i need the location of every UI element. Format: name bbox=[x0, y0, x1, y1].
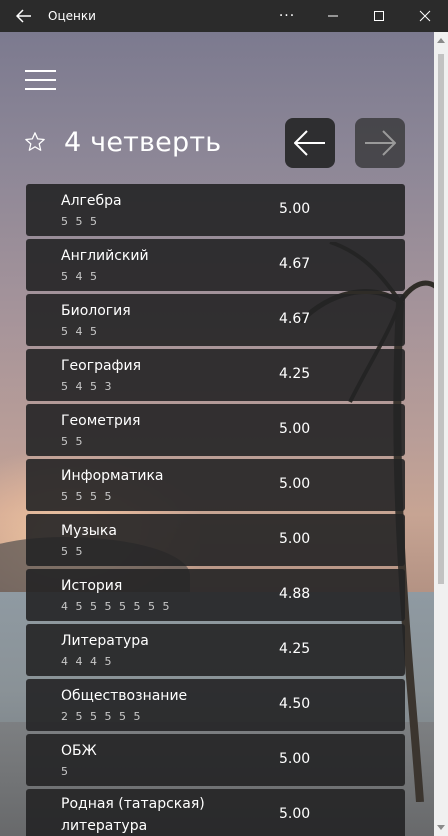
subject-grades: 4 5 5 5 5 5 5 5 bbox=[61, 600, 172, 613]
subject-average: 5.00 bbox=[279, 806, 311, 822]
more-options-button[interactable]: ··· bbox=[264, 0, 310, 32]
subject-grades: 5 4 5 bbox=[61, 270, 99, 283]
subject-name: Алгебра bbox=[61, 193, 122, 209]
subject-average: 5.00 bbox=[279, 476, 311, 492]
app-content: 4 четверть Алгебра 5 5 5 5.00 Английский… bbox=[0, 32, 448, 836]
hamburger-menu-button[interactable] bbox=[25, 70, 56, 90]
subject-row[interactable]: Информатика 5 5 5 5 5.00 bbox=[26, 459, 405, 511]
subject-row[interactable]: Биология 5 4 5 4.67 bbox=[26, 294, 405, 346]
subjects-list: Алгебра 5 5 5 5.00 Английский 5 4 5 4.67… bbox=[26, 184, 405, 836]
subject-grades: 5 5 5 bbox=[61, 215, 99, 228]
next-period-button[interactable] bbox=[355, 118, 405, 168]
subject-name: Информатика bbox=[61, 468, 164, 484]
subject-row[interactable]: Обществознание 2 5 5 5 5 5 4.50 bbox=[26, 679, 405, 731]
title-bar: Оценки ··· bbox=[0, 0, 448, 32]
subject-average: 4.67 bbox=[279, 311, 311, 327]
subject-row[interactable]: История 4 5 5 5 5 5 5 5 4.88 bbox=[26, 569, 405, 621]
period-title: 4 четверть bbox=[64, 126, 222, 158]
subject-name: Обществознание bbox=[61, 688, 188, 704]
scrollbar-thumb[interactable] bbox=[438, 54, 444, 584]
subject-grades: 5 5 bbox=[61, 435, 85, 448]
subject-name: История bbox=[61, 578, 123, 594]
subject-name: Родная (татарская) литература bbox=[61, 796, 205, 834]
subject-row[interactable]: Родная (татарская) литература 5.00 bbox=[26, 789, 405, 836]
subject-grades: 5 4 5 bbox=[61, 325, 99, 338]
hamburger-line bbox=[25, 70, 56, 72]
close-button[interactable] bbox=[402, 0, 448, 32]
arrow-left-icon bbox=[294, 130, 325, 156]
subject-average: 5.00 bbox=[279, 421, 311, 437]
subject-grades: 4 4 4 5 bbox=[61, 655, 114, 668]
subject-grades: 5 5 bbox=[61, 545, 85, 558]
subject-average: 4.25 bbox=[279, 366, 311, 382]
back-arrow-icon bbox=[16, 9, 31, 23]
subject-row[interactable]: Музыка 5 5 5.00 bbox=[26, 514, 405, 566]
hamburger-line bbox=[25, 79, 56, 81]
subject-name: Биология bbox=[61, 303, 131, 319]
subject-average: 5.00 bbox=[279, 751, 311, 767]
maximize-button[interactable] bbox=[356, 0, 402, 32]
subject-grades: 5 bbox=[61, 765, 70, 778]
minimize-icon bbox=[328, 15, 338, 17]
subject-grades: 5 5 5 5 bbox=[61, 490, 114, 503]
subject-average: 4.88 bbox=[279, 586, 311, 602]
subject-row[interactable]: Геометрия 5 5 5.00 bbox=[26, 404, 405, 456]
subject-average: 4.25 bbox=[279, 641, 311, 657]
subject-row[interactable]: Английский 5 4 5 4.67 bbox=[26, 239, 405, 291]
minimize-button[interactable] bbox=[310, 0, 356, 32]
subject-average: 4.50 bbox=[279, 696, 311, 712]
maximize-icon bbox=[374, 11, 384, 21]
subject-grades: 5 4 5 3 bbox=[61, 380, 114, 393]
back-button[interactable] bbox=[0, 0, 48, 32]
subject-row[interactable]: ОБЖ 5 5.00 bbox=[26, 734, 405, 786]
subject-name: Музыка bbox=[61, 523, 117, 539]
scroll-up-icon[interactable] bbox=[437, 38, 445, 43]
subject-name: Английский bbox=[61, 248, 149, 264]
subject-grades: 2 5 5 5 5 5 bbox=[61, 710, 143, 723]
window-title: Оценки bbox=[48, 9, 96, 23]
subject-name: Литература bbox=[61, 633, 149, 649]
subject-name: ОБЖ bbox=[61, 743, 97, 759]
scroll-down-icon[interactable] bbox=[437, 825, 445, 830]
hamburger-line bbox=[25, 88, 56, 90]
subject-average: 5.00 bbox=[279, 531, 311, 547]
period-header: 4 четверть bbox=[24, 120, 221, 164]
subject-row[interactable]: Литература 4 4 4 5 4.25 bbox=[26, 624, 405, 676]
vertical-scrollbar[interactable] bbox=[434, 32, 448, 836]
subject-row[interactable]: Алгебра 5 5 5 5.00 bbox=[26, 184, 405, 236]
previous-period-button[interactable] bbox=[285, 118, 335, 168]
subject-row[interactable]: География 5 4 5 3 4.25 bbox=[26, 349, 405, 401]
subject-average: 5.00 bbox=[279, 201, 311, 217]
subject-name: Геометрия bbox=[61, 413, 141, 429]
arrow-right-icon bbox=[365, 130, 396, 156]
subject-name: География bbox=[61, 358, 142, 374]
close-icon bbox=[419, 10, 431, 22]
subject-average: 4.67 bbox=[279, 256, 311, 272]
star-icon[interactable] bbox=[24, 131, 46, 153]
